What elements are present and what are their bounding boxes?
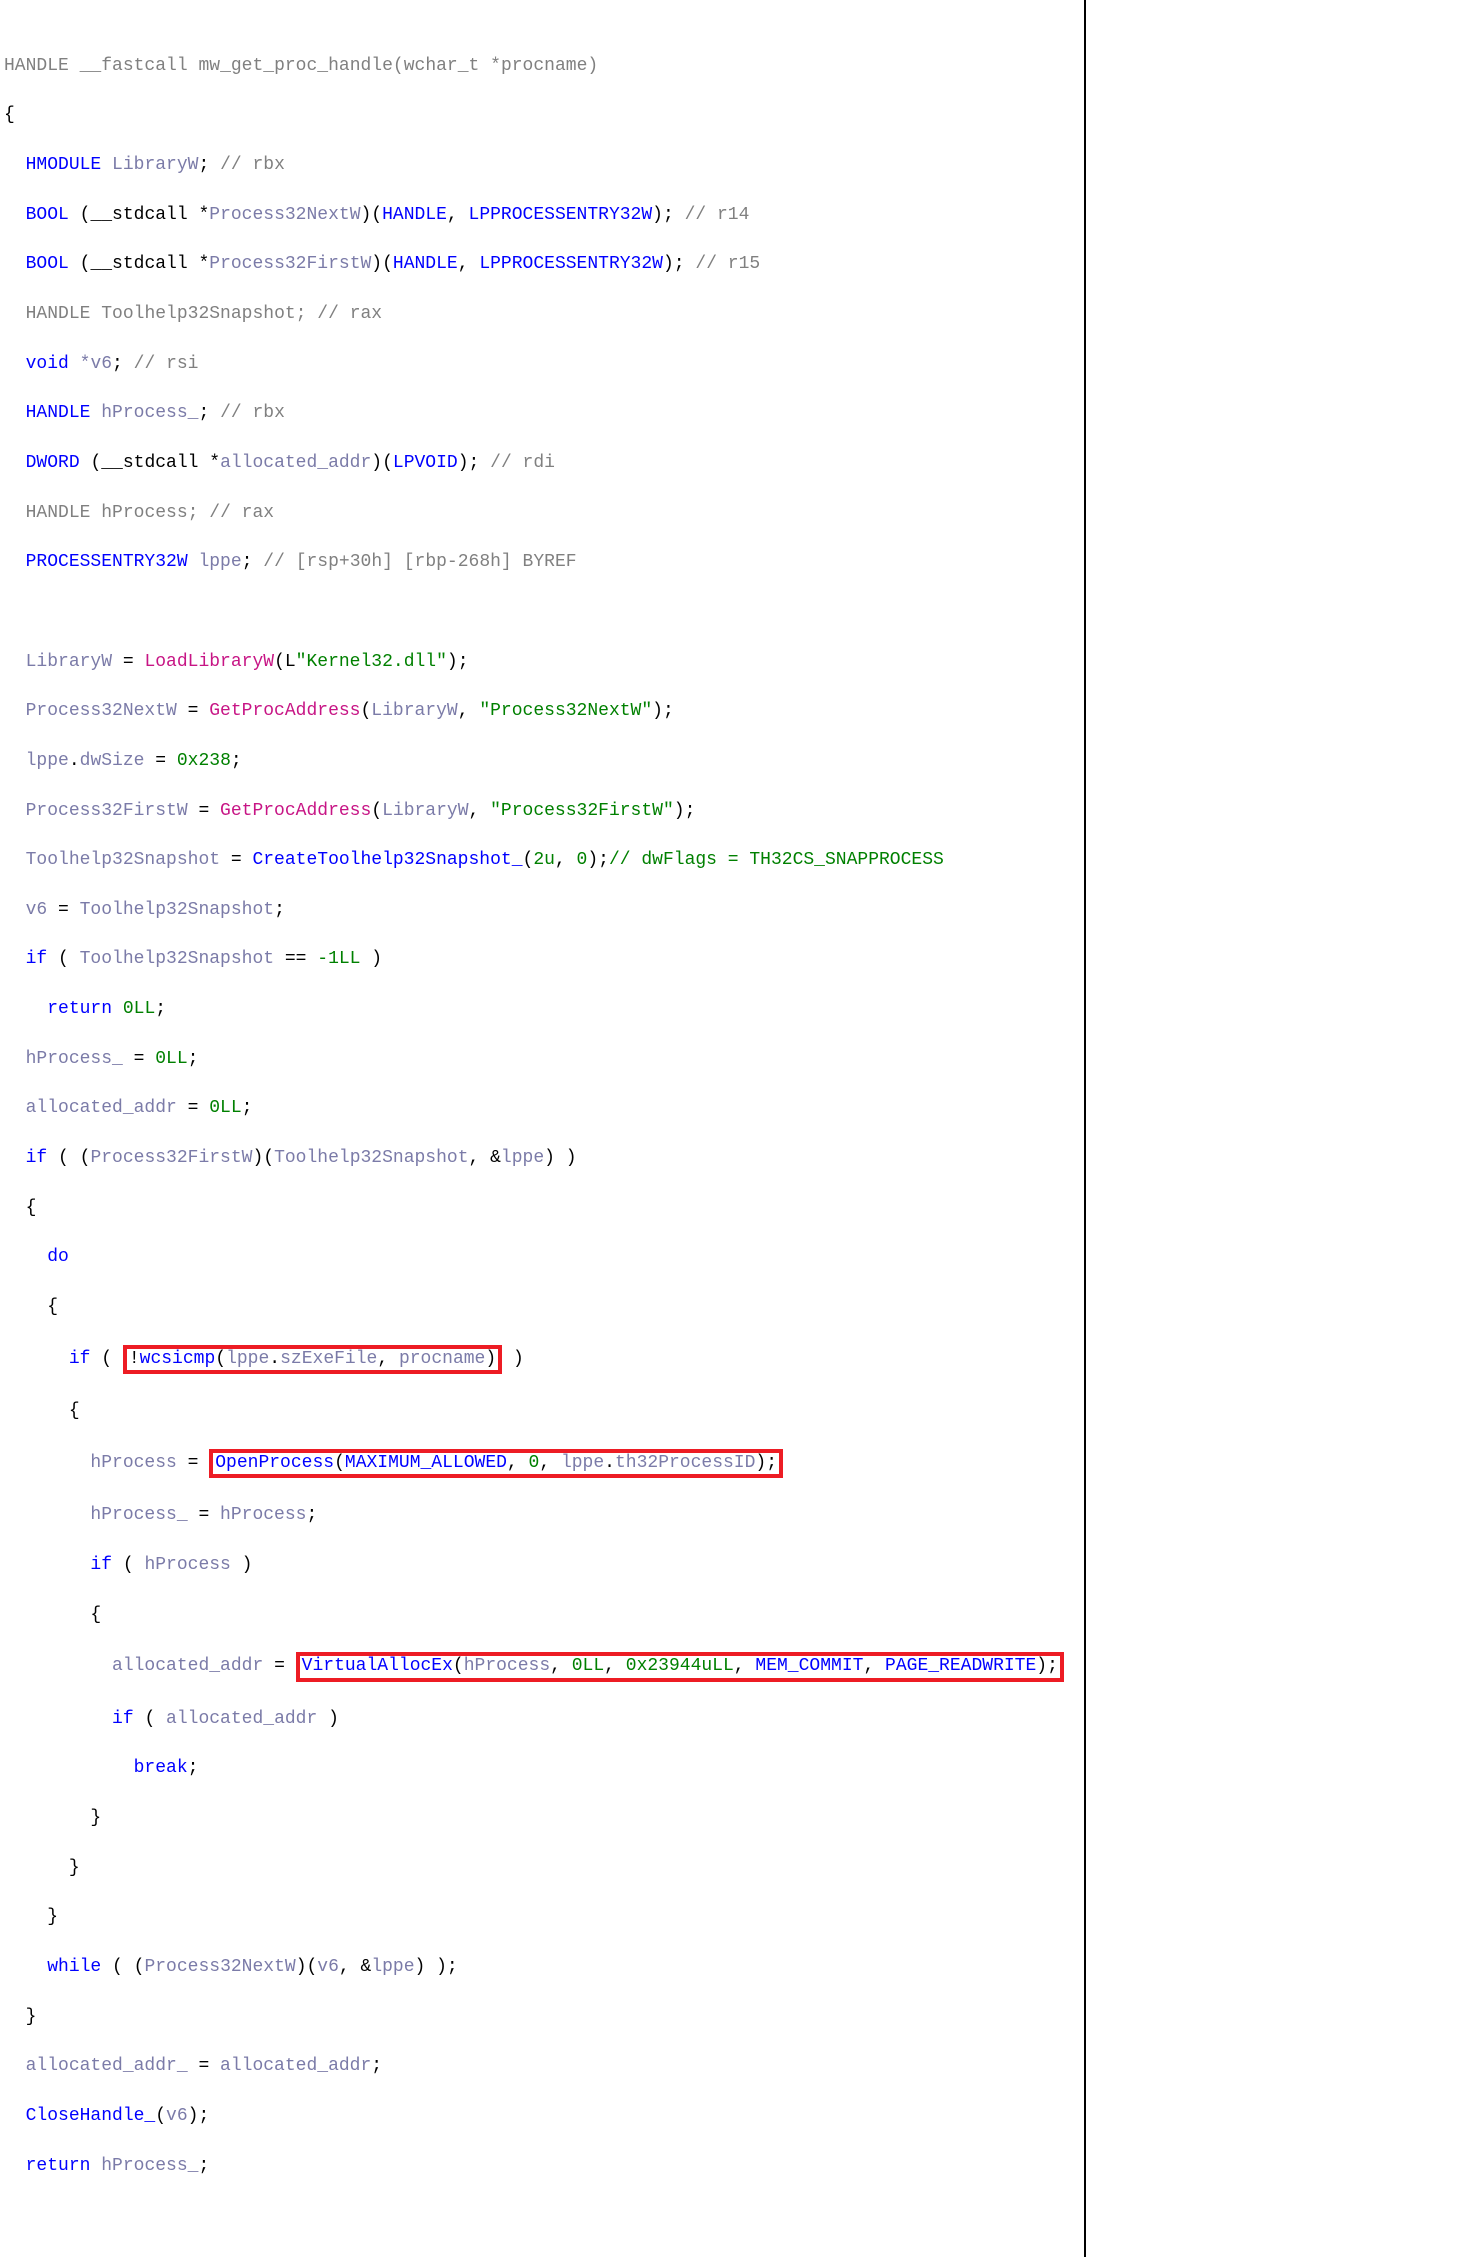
code-line-4: BOOL (__stdcall *Process32NextW)(HANDLE,… — [4, 203, 1084, 228]
code-line-31: if ( hProcess ) — [4, 1553, 1084, 1578]
code-line-27: if ( !wcsicmp(lppe.szExeFile, procname) … — [4, 1345, 1084, 1375]
highlight-openprocess: OpenProcess(MAXIMUM_ALLOWED, 0, lppe.th3… — [209, 1449, 783, 1479]
code-line-5: BOOL (__stdcall *Process32FirstW)(HANDLE… — [4, 252, 1084, 277]
code-line-37: } — [4, 1856, 1084, 1881]
code-line-35: break; — [4, 1756, 1084, 1781]
code-line-20: return 0LL; — [4, 997, 1084, 1022]
code-line-28: { — [4, 1399, 1084, 1424]
code-line-3: HMODULE LibraryW; // rbx — [4, 153, 1084, 178]
code-line-26: { — [4, 1295, 1084, 1320]
code-line-22: allocated_addr = 0LL; — [4, 1096, 1084, 1121]
return-type: HANDLE — [4, 56, 69, 76]
param-type: wchar_t — [404, 56, 480, 76]
code-line-1: HANDLE __fastcall mw_get_proc_handle(wch… — [4, 54, 1084, 79]
highlight-wcsicmp: !wcsicmp(lppe.szExeFile, procname) — [123, 1345, 502, 1375]
highlight-virtualallocex: VirtualAllocEx(hProcess, 0LL, 0x23944uLL… — [296, 1652, 1064, 1682]
function-name: mw_get_proc_handle — [198, 56, 392, 76]
code-line-blank — [4, 600, 1084, 625]
code-line-18: v6 = Toolhelp32Snapshot; — [4, 898, 1084, 923]
code-line-39: while ( (Process32NextW)(v6, &lppe) ); — [4, 1955, 1084, 1980]
code-line-13: LibraryW = LoadLibraryW(L"Kernel32.dll")… — [4, 650, 1084, 675]
code-line-33: allocated_addr = VirtualAllocEx(hProcess… — [4, 1652, 1084, 1682]
code-line-34: if ( allocated_addr ) — [4, 1707, 1084, 1732]
code-line-30: hProcess_ = hProcess; — [4, 1503, 1084, 1528]
code-line-2: { — [4, 103, 1084, 128]
code-line-41: allocated_addr_ = allocated_addr; — [4, 2054, 1084, 2079]
decompiled-code-view: { "line1": {"type": "HANDLE", "cc": "__f… — [0, 0, 1086, 2257]
code-line-43: return hProcess_; — [4, 2154, 1084, 2179]
code-line-17: Toolhelp32Snapshot = CreateToolhelp32Sna… — [4, 848, 1084, 873]
code-line-7: void *v6; // rsi — [4, 352, 1084, 377]
code-line-10: HANDLE hProcess; // rax — [4, 501, 1084, 526]
code-line-32: { — [4, 1603, 1084, 1628]
code-line-24: { — [4, 1196, 1084, 1221]
code-line-19: if ( Toolhelp32Snapshot == -1LL ) — [4, 947, 1084, 972]
param-name: procname — [501, 56, 587, 76]
code-line-14: Process32NextW = GetProcAddress(LibraryW… — [4, 699, 1084, 724]
code-line-21: hProcess_ = 0LL; — [4, 1047, 1084, 1072]
code-line-8: HANDLE hProcess_; // rbx — [4, 401, 1084, 426]
code-line-9: DWORD (__stdcall *allocated_addr)(LPVOID… — [4, 451, 1084, 476]
code-line-16: Process32FirstW = GetProcAddress(Library… — [4, 799, 1084, 824]
code-line-40: } — [4, 2005, 1084, 2030]
code-line-38: } — [4, 1905, 1084, 1930]
code-line-42: CloseHandle_(v6); — [4, 2104, 1084, 2129]
code-line-6: HANDLE Toolhelp32Snapshot; // rax — [4, 302, 1084, 327]
code-line-15: lppe.dwSize = 0x238; — [4, 749, 1084, 774]
code-line-29: hProcess = OpenProcess(MAXIMUM_ALLOWED, … — [4, 1449, 1084, 1479]
code-line-25: do — [4, 1245, 1084, 1270]
code-line-36: } — [4, 1806, 1084, 1831]
code-line-11: PROCESSENTRY32W lppe; // [rsp+30h] [rbp-… — [4, 550, 1084, 575]
code-line-23: if ( (Process32FirstW)(Toolhelp32Snapsho… — [4, 1146, 1084, 1171]
calling-convention: __fastcall — [80, 56, 188, 76]
